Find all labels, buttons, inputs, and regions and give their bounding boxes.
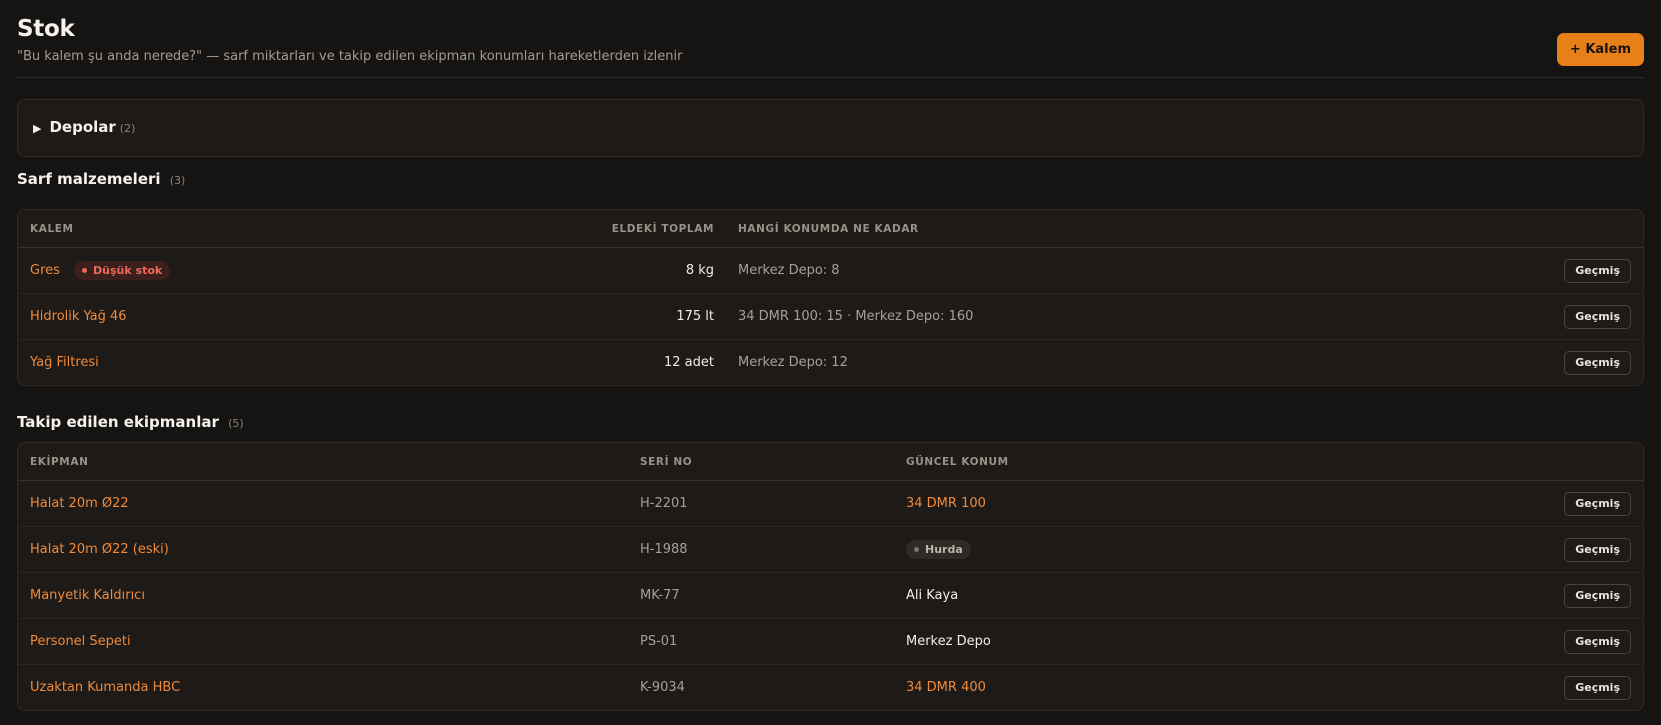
- equipment-link[interactable]: Halat 20m Ø22 (eski): [30, 542, 169, 557]
- current-location: Merkez Depo: [894, 618, 1529, 665]
- column-header-actions: [1529, 210, 1643, 248]
- scrap-label: Hurda: [925, 543, 963, 556]
- table-row: Gres Düşük stok 8 kg Merkez Depo: 8 Geçm…: [18, 247, 1643, 294]
- table-row: Personel Sepeti PS-01 Merkez Depo Geçmiş: [18, 618, 1643, 665]
- table-row: Uzaktan Kumanda HBC K-9034 34 DMR 400 Ge…: [18, 665, 1643, 711]
- equipment-link[interactable]: Manyetik Kaldırıcı: [30, 588, 145, 603]
- consumables-title: Sarf malzemeleri: [17, 170, 161, 188]
- table-row: Manyetik Kaldırıcı MK-77 Ali Kaya Geçmiş: [18, 572, 1643, 619]
- serial-number: H-1988: [628, 526, 894, 573]
- equipment-link[interactable]: Uzaktan Kumanda HBC: [30, 680, 180, 695]
- column-header: ELDEKİ TOPLAM: [582, 210, 726, 248]
- page-title: Stok: [17, 16, 75, 42]
- page-header: Stok "Bu kalem şu anda nerede?" — sarf m…: [17, 14, 1644, 66]
- current-location: Ali Kaya: [894, 572, 1529, 619]
- serial-number: MK-77: [628, 572, 894, 619]
- status-dot-icon: [914, 547, 919, 552]
- serial-number: PS-01: [628, 618, 894, 665]
- add-item-button[interactable]: + Kalem: [1556, 33, 1644, 66]
- history-button[interactable]: Geçmiş: [1564, 583, 1631, 608]
- consumables-heading: Sarf malzemeleri (3): [17, 170, 185, 188]
- history-button[interactable]: Geçmiş: [1564, 304, 1631, 329]
- equipment-table-panel: EKİPMAN SERİ NO GÜNCEL KONUM Halat 20m Ø…: [17, 442, 1644, 711]
- history-button[interactable]: Geçmiş: [1564, 675, 1631, 700]
- consumables-count: (3): [169, 174, 186, 187]
- column-header: GÜNCEL KONUM: [894, 443, 1529, 481]
- column-header: HANGİ KONUMDA NE KADAR: [726, 210, 1529, 248]
- serial-number: H-2201: [628, 480, 894, 527]
- equipment-table: EKİPMAN SERİ NO GÜNCEL KONUM Halat 20m Ø…: [18, 443, 1643, 710]
- stock-total: 175 lt: [582, 293, 726, 340]
- item-link[interactable]: Hidrolik Yağ 46: [30, 309, 127, 324]
- history-button[interactable]: Geçmiş: [1564, 258, 1631, 283]
- equipment-count: (5): [228, 417, 244, 430]
- history-button[interactable]: Geçmiş: [1564, 491, 1631, 516]
- location-link[interactable]: 34 DMR 100: [906, 496, 986, 511]
- header-divider: [17, 77, 1644, 78]
- table-header-row: EKİPMAN SERİ NO GÜNCEL KONUM: [18, 443, 1643, 481]
- scrap-badge: Hurda: [906, 540, 971, 559]
- column-header: EKİPMAN: [18, 443, 628, 481]
- equipment-heading: Takip edilen ekipmanlar (5): [17, 413, 244, 431]
- column-header: SERİ NO: [628, 443, 894, 481]
- table-row: Halat 20m Ø22 (eski) H-1988 Hurda Geçmiş: [18, 526, 1643, 573]
- depots-toggle[interactable]: ▶ Depolar (2): [33, 118, 135, 136]
- location-link[interactable]: 34 DMR 400: [906, 680, 986, 695]
- stock-total: 12 adet: [664, 355, 714, 370]
- table-header-row: KALEM ELDEKİ TOPLAM HANGİ KONUMDA NE KAD…: [18, 210, 1643, 248]
- serial-number: K-9034: [640, 680, 685, 695]
- consumables-table: KALEM ELDEKİ TOPLAM HANGİ KONUMDA NE KAD…: [18, 210, 1643, 385]
- history-button[interactable]: Geçmiş: [1564, 350, 1631, 375]
- status-dot-icon: [82, 268, 88, 273]
- item-link[interactable]: Yağ Filtresi: [30, 355, 99, 370]
- triangle-right-icon: ▶: [33, 122, 42, 135]
- table-row: Yağ Filtresi 12 adet Merkez Depo: 12 Geç…: [18, 340, 1643, 386]
- stock-locations: Merkez Depo: 8: [726, 247, 1529, 294]
- item-link[interactable]: Gres: [30, 263, 60, 278]
- page-subtitle: "Bu kalem şu anda nerede?" — sarf miktar…: [17, 49, 683, 64]
- stock-locations: 34 DMR 100: 15 · Merkez Depo: 160: [726, 293, 1529, 340]
- stock-total: 8 kg: [582, 247, 726, 294]
- low-stock-label: Düşük stok: [93, 264, 163, 277]
- history-button[interactable]: Geçmiş: [1564, 629, 1631, 654]
- column-header-actions: [1529, 443, 1643, 481]
- equipment-link[interactable]: Personel Sepeti: [30, 634, 131, 649]
- depots-count: (2): [119, 122, 136, 135]
- depots-panel: ▶ Depolar (2): [17, 99, 1644, 157]
- depots-label: Depolar: [49, 118, 116, 136]
- equipment-link[interactable]: Halat 20m Ø22: [30, 496, 129, 511]
- column-header: KALEM: [18, 210, 582, 248]
- consumables-table-panel: KALEM ELDEKİ TOPLAM HANGİ KONUMDA NE KAD…: [17, 209, 1644, 386]
- stock-locations: Merkez Depo: 12: [738, 355, 848, 370]
- low-stock-badge: Düşük stok: [74, 261, 171, 280]
- table-row: Halat 20m Ø22 H-2201 34 DMR 100 Geçmiş: [18, 480, 1643, 527]
- table-row: Hidrolik Yağ 46 175 lt 34 DMR 100: 15 · …: [18, 293, 1643, 340]
- equipment-title: Takip edilen ekipmanlar: [17, 413, 219, 431]
- history-button[interactable]: Geçmiş: [1564, 537, 1631, 562]
